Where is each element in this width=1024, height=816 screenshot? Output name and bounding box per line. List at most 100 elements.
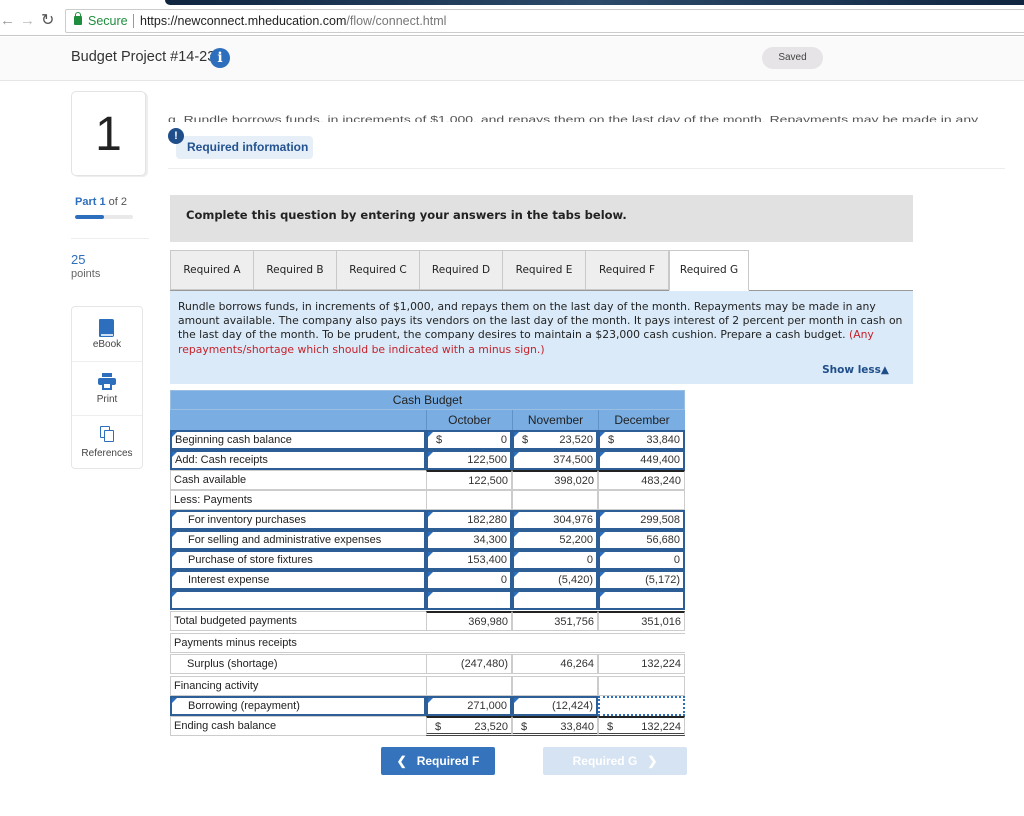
alert-icon: ! — [168, 128, 184, 144]
cell-value: 351,016 — [641, 616, 681, 628]
input-marker-icon — [172, 512, 177, 517]
row-label: Surplus (shortage) — [170, 654, 426, 674]
question-number: 1 — [71, 91, 146, 176]
row-label-text: Less: Payments — [174, 494, 253, 506]
cell-value: 182,280 — [467, 514, 507, 526]
tab-required-f[interactable]: Required F — [585, 250, 669, 290]
value-cell-december[interactable] — [598, 590, 685, 610]
table-row: For inventory purchases 182,280 304,976 299… — [170, 510, 685, 530]
cell-value: 271,000 — [467, 700, 507, 712]
input-marker-icon — [172, 552, 177, 557]
input-marker-icon — [172, 452, 177, 457]
back-icon[interactable]: ← — [0, 12, 15, 30]
value-cell-october[interactable] — [426, 590, 512, 610]
row-label-text: For inventory purchases — [188, 514, 306, 526]
tab-required-a[interactable]: Required A — [170, 250, 254, 290]
previous-tab-button[interactable]: ❮ Required F — [381, 747, 495, 775]
value-cell-november[interactable]: 52,200 — [512, 530, 598, 550]
value-cell-october[interactable]: 122,500 — [426, 450, 512, 470]
value-cell-november — [512, 490, 598, 510]
row-label[interactable]: Add: Cash receipts — [170, 450, 426, 470]
cell-value: 398,020 — [554, 475, 594, 487]
reload-icon[interactable]: ↻ — [41, 12, 54, 30]
part-prefix: Part — [75, 196, 97, 208]
forward-icon[interactable]: → — [20, 12, 35, 30]
required-information-button[interactable]: Required information — [176, 136, 313, 159]
cell-value: 153,400 — [467, 554, 507, 566]
input-marker-icon — [428, 698, 433, 703]
cell-value: 304,976 — [553, 514, 593, 526]
input-marker-icon — [600, 512, 605, 517]
ebook-button[interactable]: eBook — [72, 307, 142, 361]
input-marker-icon — [514, 432, 519, 437]
url-path: /flow/connect.html — [346, 14, 447, 28]
row-label[interactable]: For inventory purchases — [170, 510, 426, 530]
row-label-text: For selling and administrative expenses — [188, 534, 382, 546]
value-cell-november[interactable]: (5,420) — [512, 570, 598, 590]
cell-value: 132,224 — [641, 658, 681, 670]
row-label[interactable]: Purchase of store fixtures — [170, 550, 426, 570]
cell-value: (247,480) — [460, 658, 508, 670]
value-cell-november[interactable] — [512, 590, 598, 610]
table-row: Total budgeted payments 369,980 351,756 351… — [170, 611, 685, 631]
tab-required-e[interactable]: Required E — [502, 250, 586, 290]
cell-value: 34,300 — [473, 534, 507, 546]
value-cell-october: 369,980 — [426, 611, 512, 631]
row-label[interactable] — [170, 590, 426, 610]
value-cell-october[interactable]: 182,280 — [426, 510, 512, 530]
cell-value: 52,200 — [559, 534, 593, 546]
row-label: Financing activity — [170, 676, 426, 696]
value-cell-november[interactable]: 304,976 — [512, 510, 598, 530]
value-cell-october[interactable]: $0 — [426, 430, 512, 450]
references-button[interactable]: References — [72, 415, 142, 469]
input-marker-icon — [172, 698, 177, 703]
row-label-text: Add: Cash receipts — [175, 454, 268, 466]
value-cell-november: $33,840 — [512, 716, 598, 736]
value-cell-december[interactable]: 0 — [598, 550, 685, 570]
tab-required-c[interactable]: Required C — [336, 250, 420, 290]
value-cell-december[interactable]: 449,400 — [598, 450, 685, 470]
row-label[interactable]: Interest expense — [170, 570, 426, 590]
tab-required-b[interactable]: Required B — [253, 250, 337, 290]
table-row: Financing activity — [170, 676, 685, 696]
currency-symbol: $ — [607, 721, 614, 733]
value-cell-december[interactable] — [598, 696, 685, 716]
value-cell-december[interactable]: 56,680 — [598, 530, 685, 550]
input-marker-icon — [600, 592, 605, 597]
question-text-clipped: g. Rundle borrows funds, in increments o… — [168, 108, 1008, 122]
cash-budget-title: Cash Budget — [170, 390, 685, 410]
row-label[interactable]: Borrowing (repayment) — [170, 696, 426, 716]
show-less-link[interactable]: Show less▲ — [822, 364, 889, 376]
cell-value: 122,500 — [467, 454, 507, 466]
value-cell-november[interactable]: $23,520 — [512, 430, 598, 450]
value-cell-october[interactable]: 153,400 — [426, 550, 512, 570]
row-label[interactable]: Beginning cash balance — [170, 430, 426, 450]
cell-value: 46,264 — [560, 658, 594, 670]
value-cell-october[interactable]: 34,300 — [426, 530, 512, 550]
value-cell-november[interactable]: 374,500 — [512, 450, 598, 470]
print-button[interactable]: Print — [72, 361, 142, 415]
tab-required-d[interactable]: Required D — [419, 250, 503, 290]
next-tab-button[interactable]: Required G ❯ — [543, 747, 687, 775]
value-cell-december[interactable]: (5,172) — [598, 570, 685, 590]
value-cell-december: 483,240 — [598, 470, 685, 490]
row-label-text: Payments minus receipts — [174, 637, 297, 649]
value-cell-november[interactable]: (12,424) — [512, 696, 598, 716]
value-cell-december[interactable]: $33,840 — [598, 430, 685, 450]
info-icon[interactable]: i — [210, 48, 230, 68]
address-bar[interactable]: Secure https://newconnect.mheducation.co… — [65, 9, 1024, 33]
problem-text: Rundle borrows funds, in increments of $… — [178, 300, 903, 342]
cell-value: 33,840 — [560, 721, 594, 733]
value-cell-october[interactable]: 0 — [426, 570, 512, 590]
row-label[interactable]: For selling and administrative expenses — [170, 530, 426, 550]
tab-required-g[interactable]: Required G — [669, 250, 749, 291]
input-marker-icon — [514, 532, 519, 537]
value-cell-december[interactable]: 299,508 — [598, 510, 685, 530]
value-cell-november[interactable]: 0 — [512, 550, 598, 570]
points-label: points — [71, 268, 101, 280]
input-marker-icon — [600, 432, 605, 437]
ebook-label: eBook — [92, 339, 122, 350]
value-cell-october[interactable]: 271,000 — [426, 696, 512, 716]
currency-symbol: $ — [522, 434, 529, 446]
input-marker-icon — [428, 432, 433, 437]
